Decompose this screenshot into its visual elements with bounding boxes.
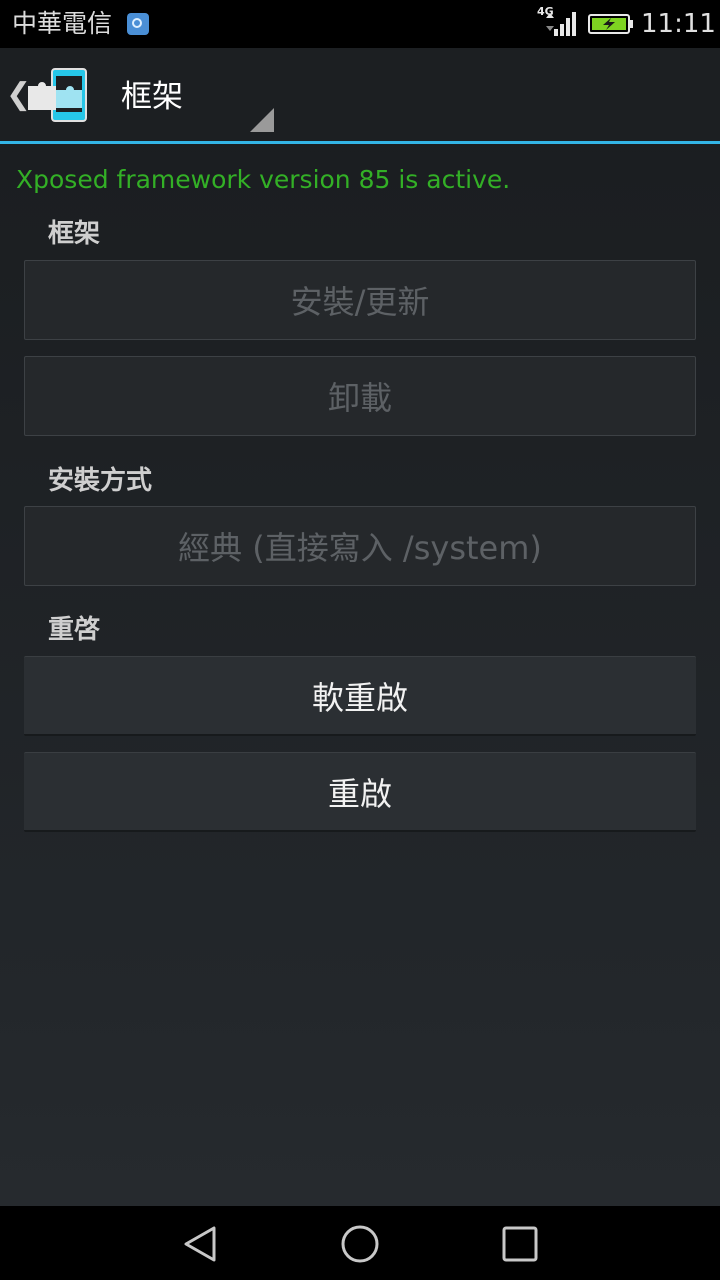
xposed-puzzle-icon[interactable] [22, 66, 90, 124]
soft-reboot-button[interactable]: 軟重啟 [24, 656, 696, 736]
reboot-button[interactable]: 重啟 [24, 752, 696, 832]
install-update-button[interactable]: 安裝/更新 [24, 260, 696, 340]
xposed-installer-screen: 中華電信 4G 11:11 ❮ 框架 Xposed framework vers… [0, 0, 720, 1280]
install-method-selector[interactable]: 經典 (直接寫入 /system) [24, 506, 696, 586]
page-title[interactable]: 框架 [121, 76, 183, 118]
signal-icon [546, 12, 576, 36]
spinner-triangle-icon[interactable] [250, 108, 274, 132]
notification-app-icon [127, 13, 149, 35]
carrier-name: 中華電信 [12, 9, 113, 38]
framework-status-message: Xposed framework version 85 is active. [16, 165, 511, 194]
section-header-framework: 框架 [48, 219, 101, 249]
status-bar: 中華電信 4G 11:11 [0, 0, 720, 48]
battery-charging-icon [588, 14, 633, 34]
action-bar-divider [0, 141, 720, 144]
uninstall-button[interactable]: 卸載 [24, 356, 696, 436]
action-bar [0, 48, 720, 141]
section-header-reboot: 重啓 [48, 615, 101, 645]
recents-icon[interactable] [500, 1224, 540, 1264]
back-icon[interactable] [180, 1224, 220, 1264]
clock: 11:11 [641, 9, 716, 39]
section-header-install-method: 安裝方式 [48, 466, 153, 496]
home-icon[interactable] [340, 1224, 380, 1264]
navigation-bar [0, 1206, 720, 1280]
